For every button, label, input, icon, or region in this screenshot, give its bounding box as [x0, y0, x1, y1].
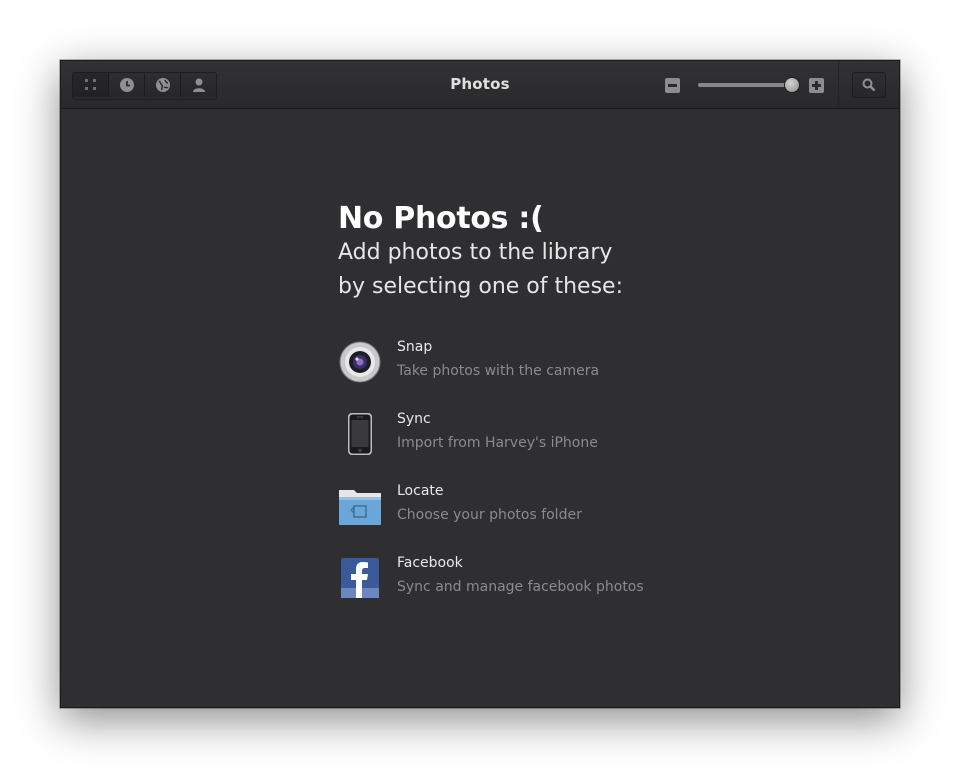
- toolbar-divider: [838, 61, 839, 108]
- zoom-in-button[interactable]: [809, 78, 824, 93]
- option-title: Sync: [397, 411, 431, 427]
- option-description: Import from Harvey's iPhone: [397, 435, 598, 451]
- option-title: Locate: [397, 483, 444, 499]
- photos-window: Photos No Photos :( Add photos to the li…: [60, 60, 900, 708]
- search-icon: [862, 78, 876, 92]
- option-title: Facebook: [397, 555, 463, 571]
- facebook-icon: [341, 558, 379, 598]
- folder-icon: [339, 490, 381, 525]
- option-description: Choose your photos folder: [397, 507, 582, 523]
- empty-state-subtitle: Add photos to the library by selecting o…: [338, 240, 624, 299]
- empty-state-heading: No Photos :(: [338, 201, 544, 236]
- camera-icon: [339, 341, 381, 383]
- option-locate[interactable]: Locate Choose your photos folder: [338, 480, 758, 552]
- search-button[interactable]: [852, 72, 886, 98]
- option-description: Take photos with the camera: [397, 363, 600, 379]
- import-options: Snap Take photos with the camera Sync Im…: [338, 336, 758, 624]
- option-title: Snap: [397, 339, 433, 355]
- zoom-out-button[interactable]: [665, 78, 680, 93]
- option-description: Sync and manage facebook photos: [397, 579, 644, 595]
- zoom-slider-thumb[interactable]: [785, 78, 799, 92]
- zoom-slider[interactable]: [698, 83, 792, 87]
- phone-icon: [348, 413, 372, 455]
- title-bar: Photos: [61, 61, 899, 109]
- empty-state: No Photos :( Add photos to the library b…: [338, 201, 758, 598]
- option-snap[interactable]: Snap Take photos with the camera: [338, 336, 758, 408]
- option-facebook[interactable]: Facebook Sync and manage facebook photos: [338, 552, 758, 624]
- option-sync[interactable]: Sync Import from Harvey's iPhone: [338, 408, 758, 480]
